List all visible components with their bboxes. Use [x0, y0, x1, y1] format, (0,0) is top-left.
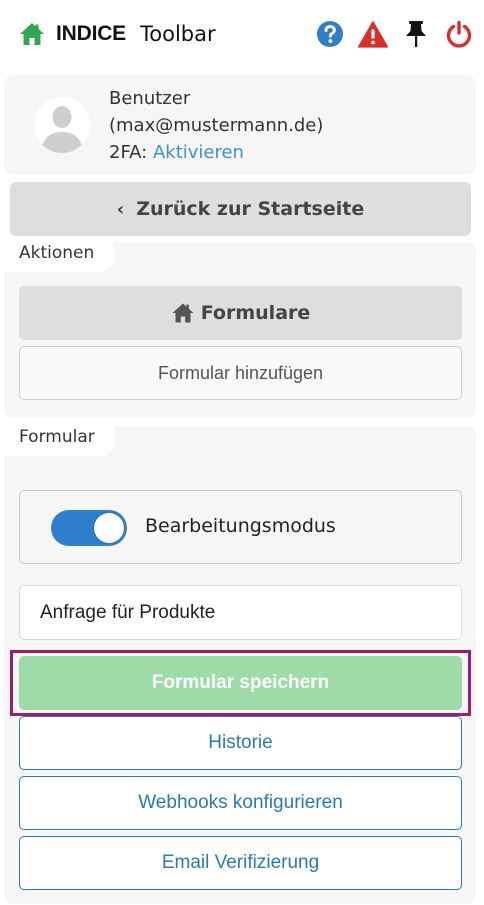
email-verification-button[interactable]: Email Verifizierung [19, 836, 462, 890]
form-section: Formular Bearbeitungsmodus Formular spei… [4, 426, 476, 904]
user-label: Benutzer [109, 88, 191, 109]
brand-name: INDICE [56, 22, 126, 45]
twofa-label: 2FA: [109, 142, 148, 163]
user-info: Benutzer (max@mustermann.de) 2FA: Aktivi… [109, 85, 323, 166]
warning-icon[interactable] [358, 19, 388, 49]
chevron-left-icon: ‹ [116, 198, 125, 220]
form-section-title: Formular [4, 426, 115, 456]
add-form-button[interactable]: Formular hinzufügen [19, 346, 462, 400]
back-button-label: Zurück zur Startseite [136, 198, 365, 220]
header-actions [302, 18, 474, 50]
edit-mode-box: Bearbeitungsmodus [19, 490, 462, 564]
history-button[interactable]: Historie [19, 716, 462, 770]
twofa-activate-link[interactable]: Aktivieren [153, 142, 244, 163]
actions-section-title: Aktionen [4, 242, 115, 272]
top-bar: INDICE Toolbar [0, 0, 484, 70]
edit-mode-toggle[interactable] [51, 510, 127, 546]
avatar [34, 97, 90, 153]
pin-icon[interactable] [401, 19, 431, 49]
page-title: Toolbar [139, 22, 216, 46]
power-icon[interactable] [444, 19, 474, 49]
brand[interactable]: INDICE Toolbar [18, 18, 216, 50]
configure-webhooks-button[interactable]: Webhooks konfigurieren [19, 776, 462, 830]
home-icon [172, 303, 194, 323]
toggle-knob [94, 513, 124, 543]
edit-mode-label: Bearbeitungsmodus [145, 515, 336, 537]
save-form-button[interactable]: Formular speichern [19, 656, 462, 710]
back-to-home-button[interactable]: ‹ Zurück zur Startseite [10, 182, 471, 236]
forms-button[interactable]: Formulare [19, 286, 462, 340]
home-icon [20, 23, 44, 45]
twofa-row: 2FA: Aktivieren [109, 139, 323, 166]
user-email: (max@mustermann.de) [109, 115, 324, 136]
actions-section: Aktionen Formulare Formular hinzufügen [4, 242, 476, 418]
forms-button-label: Formulare [200, 302, 311, 324]
help-icon[interactable] [315, 19, 345, 49]
form-name-input[interactable] [19, 585, 462, 640]
user-silhouette-icon [41, 106, 83, 153]
user-panel: Benutzer (max@mustermann.de) 2FA: Aktivi… [4, 75, 476, 175]
